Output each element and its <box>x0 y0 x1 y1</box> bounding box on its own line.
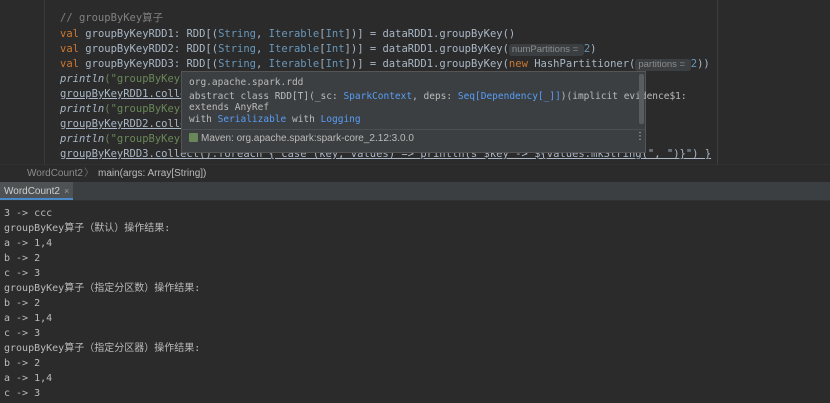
doc-with: with Serializable with Logging <box>189 114 361 126</box>
type-string: String <box>218 43 257 55</box>
println-call: println <box>60 133 105 145</box>
code-line-rdd3[interactable]: val groupByKeyRDD3: RDD[(String, Iterabl… <box>60 57 710 72</box>
code-line-rdd1[interactable]: val groupByKeyRDD1: RDD[(String, Iterabl… <box>60 27 515 42</box>
type-comma: , <box>256 28 269 40</box>
console-line: b -> 2 <box>4 298 41 309</box>
type-open: : RDD[( <box>173 28 219 40</box>
maven-source: Maven: org.apache.spark:spark-core_2.12:… <box>189 132 414 146</box>
doc-separator <box>182 129 645 130</box>
parameter-hint: partitions = <box>635 59 691 71</box>
tab-label: WordCount2 <box>4 186 60 197</box>
console-line: a -> 1,4 <box>4 373 53 384</box>
code-editor[interactable]: // groupByKey算子 val groupByKeyRDD1: RDD[… <box>0 0 830 164</box>
popup-scrollbar[interactable] <box>639 74 644 124</box>
type-int: Int <box>325 58 345 70</box>
type-comma: , <box>256 43 269 55</box>
with-part: with <box>286 114 321 125</box>
maven-coordinates: Maven: org.apache.spark:spark-core_2.12:… <box>201 133 414 144</box>
println-call: println <box>60 73 105 85</box>
type-iterable: Iterable <box>268 28 320 40</box>
run-tab-bar: WordCount2 × <box>0 182 830 201</box>
variable-name: groupByKeyRDD3 <box>85 58 174 70</box>
tab-wordcount2[interactable]: WordCount2 × <box>0 182 74 200</box>
right-margin-ruler <box>717 0 718 164</box>
link-serializable[interactable]: Serializable <box>218 114 287 125</box>
expression-end: ) <box>590 43 597 55</box>
println-call: println <box>60 103 105 115</box>
sig-part: abstract class RDD[T](_sc: <box>189 91 344 102</box>
string-literal: ("groupByKey算 <box>104 133 191 145</box>
type-int: Int <box>325 28 345 40</box>
console-line: groupByKey算子（默认）操作结果: <box>4 223 171 234</box>
type-comma: , <box>256 58 269 70</box>
breadcrumb-method[interactable]: main(args: Array[String]) <box>98 165 206 183</box>
breadcrumb: WordCount2 〉 main(args: Array[String]) <box>0 164 830 183</box>
type-string: String <box>218 28 257 40</box>
doc-extends: extends AnyRef <box>189 102 270 113</box>
code-line-collect-1[interactable]: groupByKeyRDD1.collec <box>60 87 193 102</box>
quick-documentation-popup[interactable]: org.apache.spark.rdd abstract class RDD[… <box>181 71 687 153</box>
collect-expression: groupByKeyRDD2.collec <box>60 118 193 130</box>
console-line: c -> 3 <box>4 388 41 399</box>
console-line: c -> 3 <box>4 268 41 279</box>
library-icon <box>189 133 198 142</box>
console-line: b -> 2 <box>4 358 41 369</box>
variable-name: groupByKeyRDD2 <box>85 43 174 55</box>
type-iterable: Iterable <box>268 43 320 55</box>
link-logging[interactable]: Logging <box>321 114 361 125</box>
code-line-println-1[interactable]: println("groupByKey算 <box>60 72 191 87</box>
run-console-output[interactable]: 3 -> ccc groupByKey算子（默认）操作结果: a -> 1,4 … <box>0 201 830 403</box>
val-keyword: val <box>60 28 79 40</box>
comment-text: // groupByKey算子 <box>60 12 164 24</box>
string-literal: ("groupByKey算 <box>104 73 191 85</box>
parameter-hint: numPartitions = <box>508 44 584 56</box>
type-iterable: Iterable <box>268 58 320 70</box>
sig-link-sparkcontext[interactable]: SparkContext <box>343 91 412 102</box>
type-int: Int <box>325 43 345 55</box>
val-keyword: val <box>60 43 79 55</box>
code-line-println-3[interactable]: println("groupByKey算 <box>60 132 191 147</box>
expression: ])] = dataRDD1.groupByKey( <box>344 58 509 70</box>
code-line-rdd2[interactable]: val groupByKeyRDD2: RDD[(String, Iterabl… <box>60 42 597 57</box>
close-icon[interactable]: × <box>64 186 69 196</box>
doc-package: org.apache.spark.rdd <box>189 77 304 88</box>
breadcrumb-class[interactable]: WordCount2 <box>27 165 83 183</box>
console-line: a -> 1,4 <box>4 238 53 249</box>
code-line-comment[interactable]: // groupByKey算子 <box>60 11 163 26</box>
console-line: c -> 3 <box>4 328 41 339</box>
expression: ])] = dataRDD1.groupByKey() <box>344 28 516 40</box>
with-part: with <box>189 114 218 125</box>
console-line: groupByKey算子（指定分区数）操作结果: <box>4 283 201 294</box>
type-open: : RDD[( <box>173 58 219 70</box>
variable-name: groupByKeyRDD1 <box>85 28 174 40</box>
code-line-collect-2[interactable]: groupByKeyRDD2.collec <box>60 117 193 132</box>
string-literal: ("groupByKey算 <box>104 103 191 115</box>
new-keyword: new <box>508 58 528 70</box>
console-line: groupByKey算子（指定分区器）操作结果: <box>4 343 201 354</box>
gutter-divider <box>44 0 45 164</box>
console-line: 3 -> ccc <box>4 208 53 219</box>
expression-end: )) <box>697 58 710 70</box>
expression: ])] = dataRDD1.groupByKey( <box>344 43 509 55</box>
code-line-println-2[interactable]: println("groupByKey算 <box>60 102 191 117</box>
type-string: String <box>218 58 257 70</box>
sig-part: , deps: <box>412 91 458 102</box>
sig-link-seq[interactable]: Seq[Dependency[_]] <box>458 91 561 102</box>
collect-expression: groupByKeyRDD1.collec <box>60 88 193 100</box>
breadcrumb-separator-icon: 〉 <box>84 168 94 179</box>
sig-part: )(implicit evidence$1: <box>560 91 687 102</box>
val-keyword: val <box>60 58 79 70</box>
console-line: a -> 1,4 <box>4 313 53 324</box>
type-open: : RDD[( <box>173 43 219 55</box>
console-line: b -> 2 <box>4 253 41 264</box>
more-options-icon[interactable]: ⋮ <box>635 132 645 142</box>
active-tab-indicator <box>0 198 74 200</box>
constructor-call: HashPartitioner( <box>527 58 636 70</box>
